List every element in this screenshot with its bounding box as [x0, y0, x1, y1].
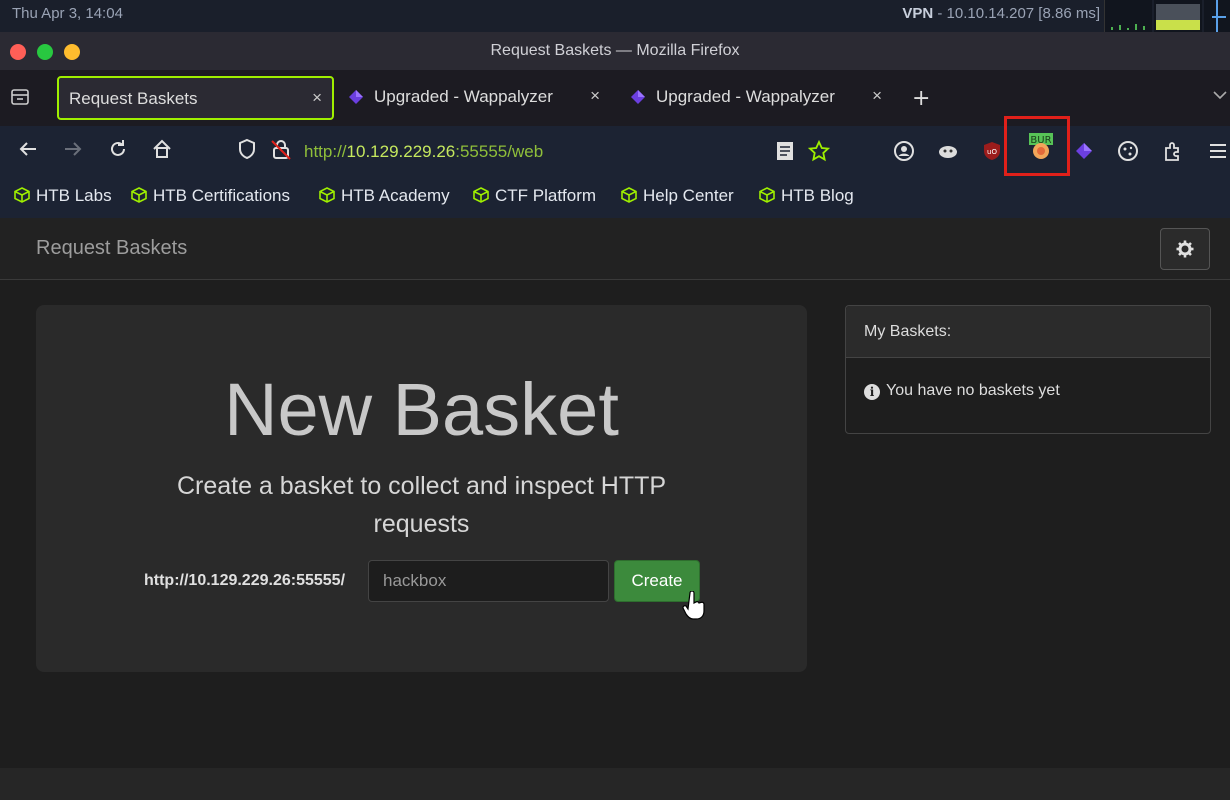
panel-title: My Baskets:: [846, 306, 1210, 358]
tab-wappalyzer-2[interactable]: Upgraded - Wappalyzer ×: [630, 76, 892, 120]
my-baskets-panel: My Baskets: i You have no baskets yet: [845, 305, 1211, 434]
vpn-status: VPN - 10.10.14.207 [8.86 ms]: [902, 5, 1100, 22]
tab-label: Request Baskets: [69, 89, 198, 108]
svg-text:uO: uO: [987, 148, 997, 156]
extensions-puzzle-icon[interactable]: [1162, 140, 1184, 162]
chevron-down-icon[interactable]: [1212, 86, 1228, 105]
bookmark-label: HTB Blog: [781, 186, 854, 205]
new-basket-card: New Basket Create a basket to collect an…: [36, 305, 807, 672]
app-brand[interactable]: Request Baskets: [36, 237, 187, 260]
htb-cube-icon: [621, 187, 637, 203]
tab-wappalyzer-1[interactable]: Upgraded - Wappalyzer ×: [348, 76, 610, 120]
url-host: 10.129.229.26: [346, 142, 456, 161]
wappalyzer-icon: [349, 90, 363, 104]
wappalyzer-icon: [631, 90, 645, 104]
window-titlebar: Request Baskets — Mozilla Firefox: [0, 32, 1230, 70]
insecure-lock-icon[interactable]: [270, 138, 292, 166]
bookmark-help-center[interactable]: Help Center: [621, 186, 734, 206]
bookmark-label: Help Center: [643, 186, 734, 205]
bookmark-label: HTB Labs: [36, 186, 112, 205]
tracking-shield-icon[interactable]: [236, 138, 258, 166]
wappalyzer-icon[interactable]: [1073, 140, 1095, 162]
app-navbar: Request Baskets: [0, 218, 1230, 280]
home-icon[interactable]: [151, 138, 173, 166]
htb-cube-icon: [759, 187, 775, 203]
bookmark-ctf-platform[interactable]: CTF Platform: [473, 186, 596, 206]
bookmark-htb-certifications[interactable]: HTB Certifications: [131, 186, 290, 206]
close-tab-icon[interactable]: ×: [590, 86, 600, 106]
tab-label: Upgraded - Wappalyzer: [656, 87, 835, 106]
empty-baskets-message: You have no baskets yet: [886, 382, 1060, 399]
gear-icon: [1176, 240, 1194, 258]
basket-url-prefix: http://10.129.229.26:55555/: [144, 572, 346, 589]
memory-graph: [1204, 0, 1230, 32]
bookmark-label: HTB Certifications: [153, 186, 290, 205]
url-bar[interactable]: http://10.129.229.26:55555/web: [304, 142, 543, 162]
close-tab-icon[interactable]: ×: [312, 88, 322, 108]
system-clock: Thu Apr 3, 14:04: [12, 5, 123, 22]
basket-name-input[interactable]: [368, 560, 609, 602]
page-lead: Create a basket to collect and inspect H…: [176, 472, 667, 538]
vpn-detail: - 10.10.14.207 [8.86 ms]: [933, 5, 1100, 22]
page-footer: [0, 768, 1230, 800]
vpn-label: VPN: [902, 5, 934, 22]
bookmarks-toolbar: HTB Labs HTB Certifications HTB Academy …: [0, 178, 1230, 218]
burp-extension-icon[interactable]: BUR: [1027, 132, 1055, 160]
htb-cube-icon: [131, 187, 147, 203]
page-content: Request Baskets New Basket Create a bask…: [0, 218, 1230, 800]
os-top-bar: Thu Apr 3, 14:04 VPN - 10.10.14.207 [8.8…: [0, 0, 1230, 32]
bookmark-label: HTB Academy: [341, 186, 450, 205]
url-scheme: http://: [304, 142, 347, 161]
tab-request-baskets[interactable]: Request Baskets ×: [57, 76, 334, 120]
navigation-toolbar: http://10.129.229.26:55555/web uO BUR: [0, 116, 1230, 178]
window-title: Request Baskets — Mozilla Firefox: [490, 42, 740, 59]
account-icon[interactable]: [893, 140, 915, 162]
bookmark-star-icon[interactable]: [807, 139, 831, 162]
bookmark-htb-academy[interactable]: HTB Academy: [319, 186, 450, 206]
reload-icon[interactable]: [107, 138, 129, 166]
info-icon: i: [864, 384, 880, 400]
network-graph: [1104, 0, 1152, 32]
htb-cube-icon: [473, 187, 489, 203]
back-arrow-icon[interactable]: [17, 138, 39, 166]
hamburger-menu-icon[interactable]: [1207, 140, 1229, 162]
url-path: :55555/web: [455, 142, 544, 161]
bookmark-label: CTF Platform: [495, 186, 597, 205]
cpu-graph: [1154, 0, 1202, 32]
reader-view-icon[interactable]: [775, 140, 797, 162]
forward-arrow-icon[interactable]: [62, 138, 84, 166]
htb-cube-icon: [319, 187, 335, 203]
extension-cat-icon[interactable]: [937, 140, 959, 162]
new-tab-button[interactable]: +: [912, 86, 930, 111]
htb-cube-icon: [14, 187, 30, 203]
settings-button[interactable]: [1160, 228, 1210, 270]
tab-list-icon[interactable]: [10, 88, 32, 108]
page-title: New Basket: [224, 368, 619, 451]
tab-label: Upgraded - Wappalyzer: [374, 87, 553, 106]
cookie-icon[interactable]: [1117, 140, 1139, 162]
ublock-origin-icon[interactable]: uO: [981, 140, 1003, 162]
hand-pointer-icon: [682, 591, 705, 620]
bookmark-htb-blog[interactable]: HTB Blog: [759, 186, 854, 206]
close-tab-icon[interactable]: ×: [872, 86, 882, 106]
panel-body: i You have no baskets yet: [846, 358, 1210, 400]
bookmark-htb-labs[interactable]: HTB Labs: [14, 186, 112, 206]
